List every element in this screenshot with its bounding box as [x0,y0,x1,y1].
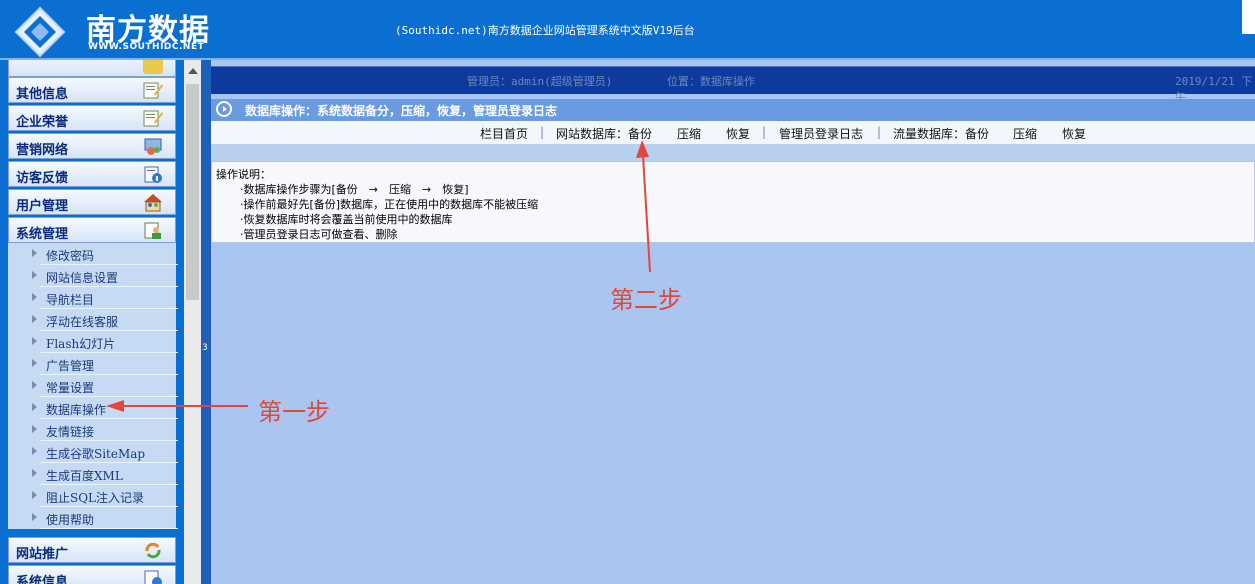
section-title: 数据库操作：系统数据备分，压缩，恢复，管理员登录日志 [245,104,558,118]
separator-strip [211,145,1255,161]
users-icon [144,194,162,212]
category-label: 用户管理 [16,199,69,214]
submenu-navigation[interactable]: 导航栏目 [32,288,178,309]
bullet-triangle-icon [32,271,37,279]
sidebar-category-honors[interactable]: 企业荣誉 [8,105,176,131]
header-corner [1242,0,1255,34]
notepad-pen-icon [143,82,163,99]
category-label: 营销网络 [16,143,69,158]
main-content: 管理员：admin(超级管理员) 位置：数据库操作 2019/1/21 下午 数… [211,60,1255,584]
instruction-line: ·操作前最好先[备份]数据库，正在使用中的数据库不能被压缩 [240,198,539,211]
instruction-line: ·管理员登录日志可做查看、删除 [240,228,398,241]
bullet-triangle-icon [32,337,37,345]
bullet-triangle-icon [32,469,37,477]
notepad-pen-icon [143,110,163,127]
logo-diamond-icon [14,6,66,58]
bullet-triangle-icon [32,381,37,389]
refresh-icon [145,542,161,559]
nav-home-link[interactable]: 栏目首页 [480,125,528,142]
bullet-triangle-icon [32,359,37,367]
sidebar-scrollbar[interactable] [184,60,201,584]
system-submenu: 修改密码 网站信息设置 导航栏目 浮动在线客服 Flash幻灯片 广告管理 常量… [8,243,178,529]
submenu-constants[interactable]: 常量设置 [32,376,178,397]
sidebar-category-system[interactable]: 系统管理 [8,217,176,243]
submenu-baidu-xml[interactable]: 生成百度XML [32,464,178,485]
submenu-site-settings[interactable]: 网站信息设置 [32,266,178,287]
category-label: 系统管理 [16,227,69,242]
nav-traffic-restore-link[interactable]: 恢复 [1062,125,1086,142]
network-icon [144,138,162,155]
sidebar-category-partial[interactable] [8,60,176,77]
notepad-pen-icon [143,60,163,74]
scrollbar-thumb[interactable] [186,84,199,300]
submenu-flash-slides[interactable]: Flash幻灯片 [32,332,178,353]
bullet-triangle-icon [32,425,37,433]
submenu-floating-service[interactable]: 浮动在线客服 [32,310,178,331]
submenu-help[interactable]: 使用帮助 [32,508,178,529]
sidebar-category-feedback[interactable]: 访客反馈 [8,161,176,187]
instruction-line: ·恢复数据库时将会覆盖当前使用中的数据库 [240,213,453,226]
nav-site-compress-link[interactable]: 压缩 [677,125,701,142]
feedback-icon [144,166,162,183]
admin-icon [144,222,161,239]
admin-label: 管理员：admin(超级管理员) [467,75,613,88]
submenu-sql-block[interactable]: 阻止SQL注入记录 [32,486,178,507]
play-circle-icon [216,101,232,117]
bullet-triangle-icon [32,403,37,411]
sidebar-category-other-info[interactable]: 其他信息 [8,77,176,103]
top-header: 南方数据 WWW.SOUTHIDC.NET (Southidc.net)南方数据… [0,0,1255,60]
step-two-annotation: 第二步 [610,286,682,314]
nav-traffic-compress-link[interactable]: 压缩 [1013,125,1037,142]
nav-traffic-db-backup-link[interactable]: 流量数据库：备份 [893,125,989,142]
submenu-ads[interactable]: 广告管理 [32,354,178,375]
nav-login-log-link[interactable]: 管理员登录日志 [779,125,863,142]
admin-info-bar: 管理员：admin(超级管理员) 位置：数据库操作 2019/1/21 下午 [211,66,1255,104]
section-title-bar: 数据库操作：系统数据备分，压缩，恢复，管理员登录日志 [211,99,1255,121]
category-label: 系统信息 [16,575,69,584]
logo-url: WWW.SOUTHIDC.NET [88,42,205,52]
sidebar-category-marketing[interactable]: 营销网络 [8,133,176,159]
instructions-heading: 操作说明： [216,168,271,181]
sidebar-category-promotion[interactable]: 网站推广 [8,537,176,563]
instructions-panel: 操作说明： ·数据库操作步骤为[备份 → 压缩 → 恢复] ·操作前最好先[备份… [211,161,1255,243]
header-title: (Southidc.net)南方数据企业网站管理系统中文版V19后台 [395,24,695,37]
submenu-database[interactable]: 数据库操作 [32,398,178,419]
category-label: 访客反馈 [16,171,69,186]
nav-site-db-backup-link[interactable]: 网站数据库：备份 [556,125,652,142]
category-label: 其他信息 [16,87,69,102]
bullet-triangle-icon [32,491,37,499]
bullet-triangle-icon [32,249,37,257]
step-one-annotation: 第一步 [258,398,330,426]
sidebar-category-system-info[interactable]: 系统信息 [8,565,176,584]
nav-site-restore-link[interactable]: 恢复 [726,125,750,142]
bullet-triangle-icon [32,447,37,455]
info-icon [144,570,162,584]
frame-splitter[interactable]: 3 [201,60,211,584]
sidebar-category-users[interactable]: 用户管理 [8,189,176,215]
nav-separator: | [540,125,545,139]
location-label: 位置：数据库操作 [667,75,755,88]
bullet-triangle-icon [32,293,37,301]
submenu-links[interactable]: 友情链接 [32,420,178,441]
submenu-change-password[interactable]: 修改密码 [32,244,178,265]
bullet-triangle-icon [32,513,37,521]
bullet-triangle-icon [32,315,37,323]
submenu-google-sitemap[interactable]: 生成谷歌SiteMap [32,442,178,463]
category-label: 网站推广 [16,547,69,562]
nav-separator: | [762,125,767,139]
instruction-line: ·数据库操作步骤为[备份 → 压缩 → 恢复] [240,183,469,196]
scroll-up-arrow-icon[interactable] [188,68,198,74]
category-label: 企业荣誉 [16,115,69,130]
logo: 南方数据 WWW.SOUTHIDC.NET [8,2,213,58]
sidebar: 其他信息 企业荣誉 营销网络 访客反馈 用户管理 系统管理 修改密码 网站信息设… [0,60,184,584]
nav-separator: | [877,125,882,139]
db-nav-row: 栏目首页 | 网站数据库：备份 压缩 恢复 | 管理员登录日志 | 流量数据库：… [211,121,1255,145]
splitter-label: 3 [202,343,208,353]
